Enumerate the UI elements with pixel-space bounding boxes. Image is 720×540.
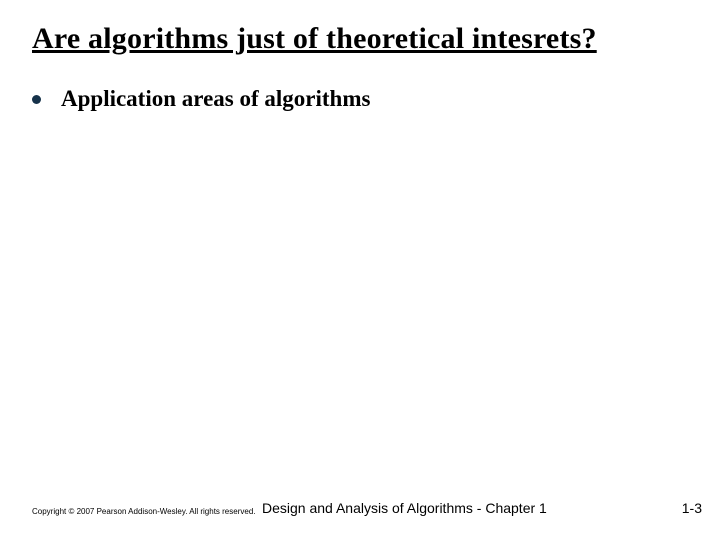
bullet-text: Application areas of algorithms — [61, 86, 370, 112]
page-number: 1-3 — [682, 500, 702, 516]
bullet-item: Application areas of algorithms — [32, 86, 370, 112]
footer-center-text: Design and Analysis of Algorithms - Chap… — [262, 500, 547, 516]
copyright-text: Copyright © 2007 Pearson Addison-Wesley.… — [32, 507, 256, 516]
bullet-icon — [32, 95, 41, 104]
slide-title: Are algorithms just of theoretical intes… — [32, 22, 597, 56]
slide: Are algorithms just of theoretical intes… — [0, 0, 720, 540]
